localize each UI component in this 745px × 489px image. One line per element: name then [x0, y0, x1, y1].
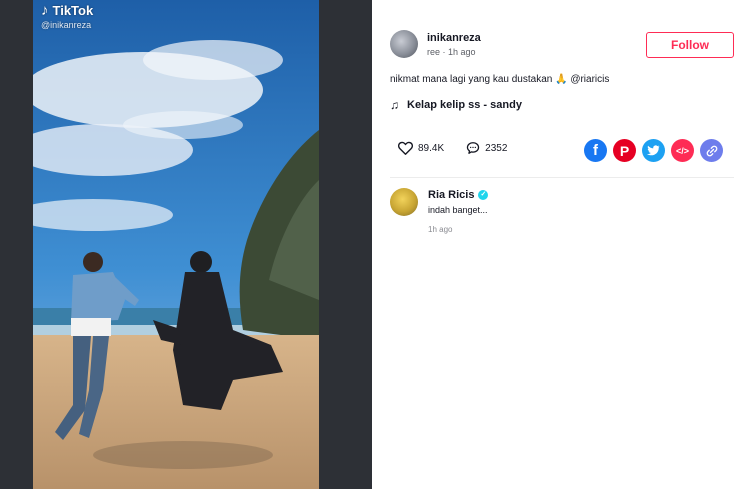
verified-badge-icon: ✓	[478, 190, 489, 200]
share-row: f P </>	[584, 139, 723, 162]
caption-mention-link[interactable]: @riaricis	[570, 74, 609, 85]
comment-text: indah banget...	[428, 205, 488, 215]
like-count: 89.4K	[418, 142, 445, 154]
author-avatar[interactable]	[390, 30, 418, 58]
author-username[interactable]: inikanreza	[427, 31, 481, 45]
pinterest-icon[interactable]: P	[613, 139, 636, 162]
like-stat[interactable]: 89.4K	[398, 141, 444, 155]
video-info-panel: inikanreza ree · 1h ago Follow nikmat ma…	[372, 0, 745, 489]
heart-icon[interactable]	[398, 141, 413, 155]
tiktok-note-icon: ♪	[41, 2, 49, 19]
watermark-username: @inikanreza	[41, 20, 92, 30]
video-backdrop[interactable]: ♪ TikTok @inikanreza	[0, 0, 372, 489]
twitter-icon[interactable]	[642, 139, 665, 162]
stats-row: 89.4K 2352	[398, 141, 529, 155]
comment-body: Ria Ricis ✓ indah banget... 1h ago	[428, 188, 489, 234]
music-note-icon: ♫	[390, 98, 399, 112]
author-row: inikanreza ree · 1h ago	[390, 30, 481, 58]
link-icon[interactable]	[700, 139, 723, 162]
watermark-brand: TikTok	[52, 3, 94, 18]
facebook-icon[interactable]: f	[584, 139, 607, 162]
comment-author[interactable]: Ria Ricis	[428, 188, 474, 202]
comment-item: Ria Ricis ✓ indah banget... 1h ago	[390, 188, 489, 234]
tiktok-watermark: ♪ TikTok @inikanreza	[41, 2, 94, 31]
section-divider	[390, 177, 734, 178]
comment-bubble-icon[interactable]	[466, 141, 480, 155]
author-meta: inikanreza ree · 1h ago	[427, 31, 481, 58]
comment-author-row: Ria Ricis ✓	[428, 188, 489, 202]
comment-stat[interactable]: 2352	[466, 141, 507, 155]
caption-text: nikmat mana lagi yang kau dustakan 🙏	[390, 74, 571, 85]
embed-icon[interactable]: </>	[671, 139, 694, 162]
video-player[interactable]: ♪ TikTok @inikanreza	[33, 0, 319, 489]
music-row[interactable]: ♫ Kelap kelip ss - sandy	[390, 98, 522, 112]
comment-timestamp: 1h ago	[428, 225, 453, 234]
video-caption: nikmat mana lagi yang kau dustakan 🙏 @ri…	[390, 74, 609, 85]
music-title[interactable]: Kelap kelip ss - sandy	[407, 99, 522, 111]
video-frame-image	[33, 0, 319, 489]
author-subline: ree · 1h ago	[427, 46, 476, 57]
commenter-avatar[interactable]	[390, 188, 418, 216]
follow-button[interactable]: Follow	[646, 32, 734, 58]
comment-count: 2352	[485, 142, 508, 154]
